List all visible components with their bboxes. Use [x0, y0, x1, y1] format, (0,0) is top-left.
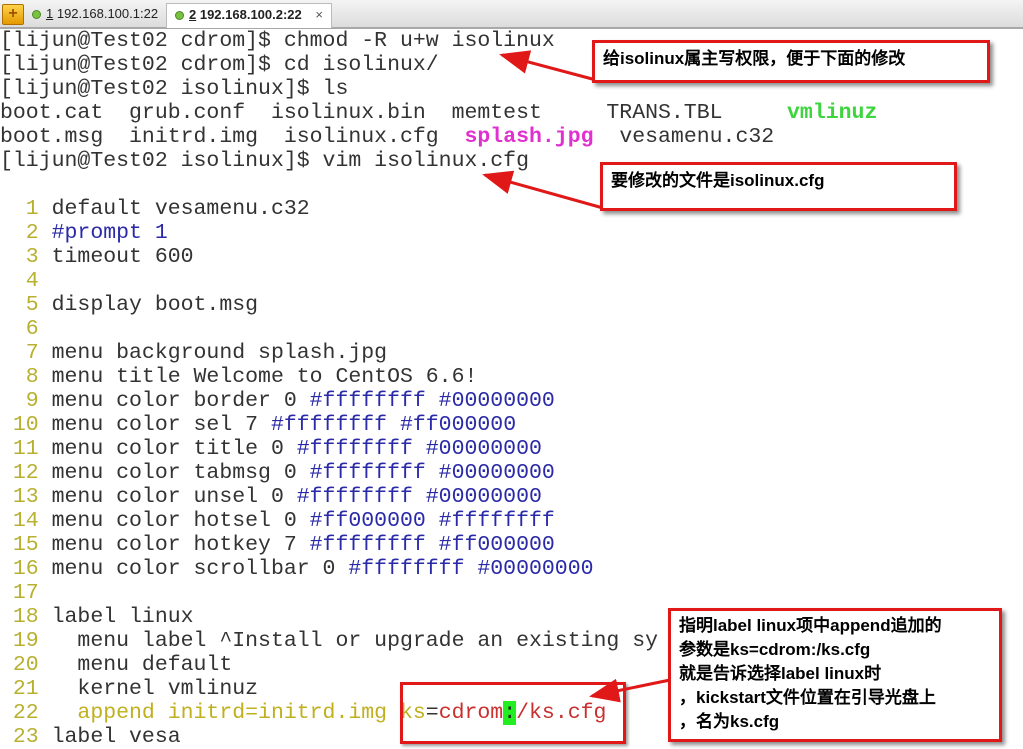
callout-vim: 要修改的文件是isolinux.cfg: [600, 162, 957, 211]
callout-line: 指明label linux项中append追加的: [679, 616, 942, 635]
callout-line: ，kickstart文件位置在引导光盘上: [679, 688, 936, 707]
callout-line: 就是告诉选择label linux时: [679, 664, 882, 683]
arrow-chmod: [499, 50, 597, 82]
callout-chmod: 给isolinux属主写权限，便于下面的修改: [592, 40, 990, 83]
arrow-vim: [482, 170, 604, 210]
callout-line: 参数是ks=cdrom:/ks.cfg: [679, 640, 871, 659]
callout-line: ，名为ks.cfg: [679, 712, 780, 731]
callout-append: 指明label linux项中append追加的 参数是ks=cdrom:/ks…: [668, 608, 1002, 742]
arrow-append: [589, 678, 671, 703]
